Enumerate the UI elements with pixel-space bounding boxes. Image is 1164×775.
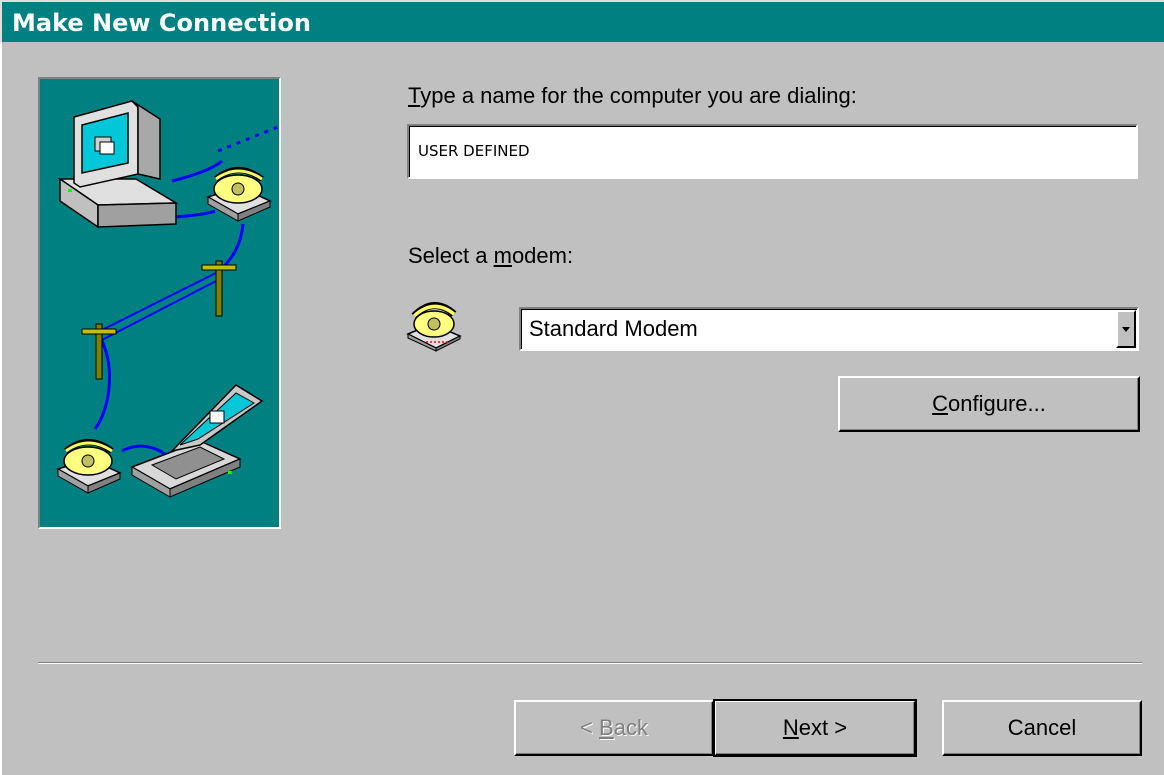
window-edge (0, 42, 2, 775)
chevron-down-icon (1122, 326, 1130, 332)
utility-pole-icon (81, 260, 237, 380)
laptop-computer-icon (130, 384, 264, 498)
modem-select-value: Standard Modem (529, 316, 698, 341)
window-title: Make New Connection (12, 9, 311, 37)
desktop-computer-icon (57, 100, 179, 229)
telephone-icon (206, 167, 272, 222)
telephone-icon (56, 439, 122, 494)
configure-button[interactable]: Configure... (838, 376, 1140, 432)
separator-line-highlight (38, 663, 1142, 664)
telephone-modem-icon (404, 294, 464, 352)
title-bar: Make New Connection (0, 0, 1164, 42)
modem-label: Select a modem: (408, 243, 574, 268)
cancel-button[interactable]: Cancel (942, 700, 1142, 756)
dial-up-network-illustration (38, 77, 281, 529)
next-button[interactable]: Next > (713, 699, 917, 757)
dropdown-arrow-button[interactable] (1116, 310, 1136, 348)
computer-name-value: USER DEFINED (418, 142, 530, 160)
modem-select[interactable]: Standard Modem (519, 307, 1139, 351)
back-button[interactable]: < Back (514, 700, 714, 756)
computer-name-input[interactable]: USER DEFINED (407, 124, 1138, 179)
computer-name-label: Type a name for the computer you are dia… (408, 83, 857, 108)
